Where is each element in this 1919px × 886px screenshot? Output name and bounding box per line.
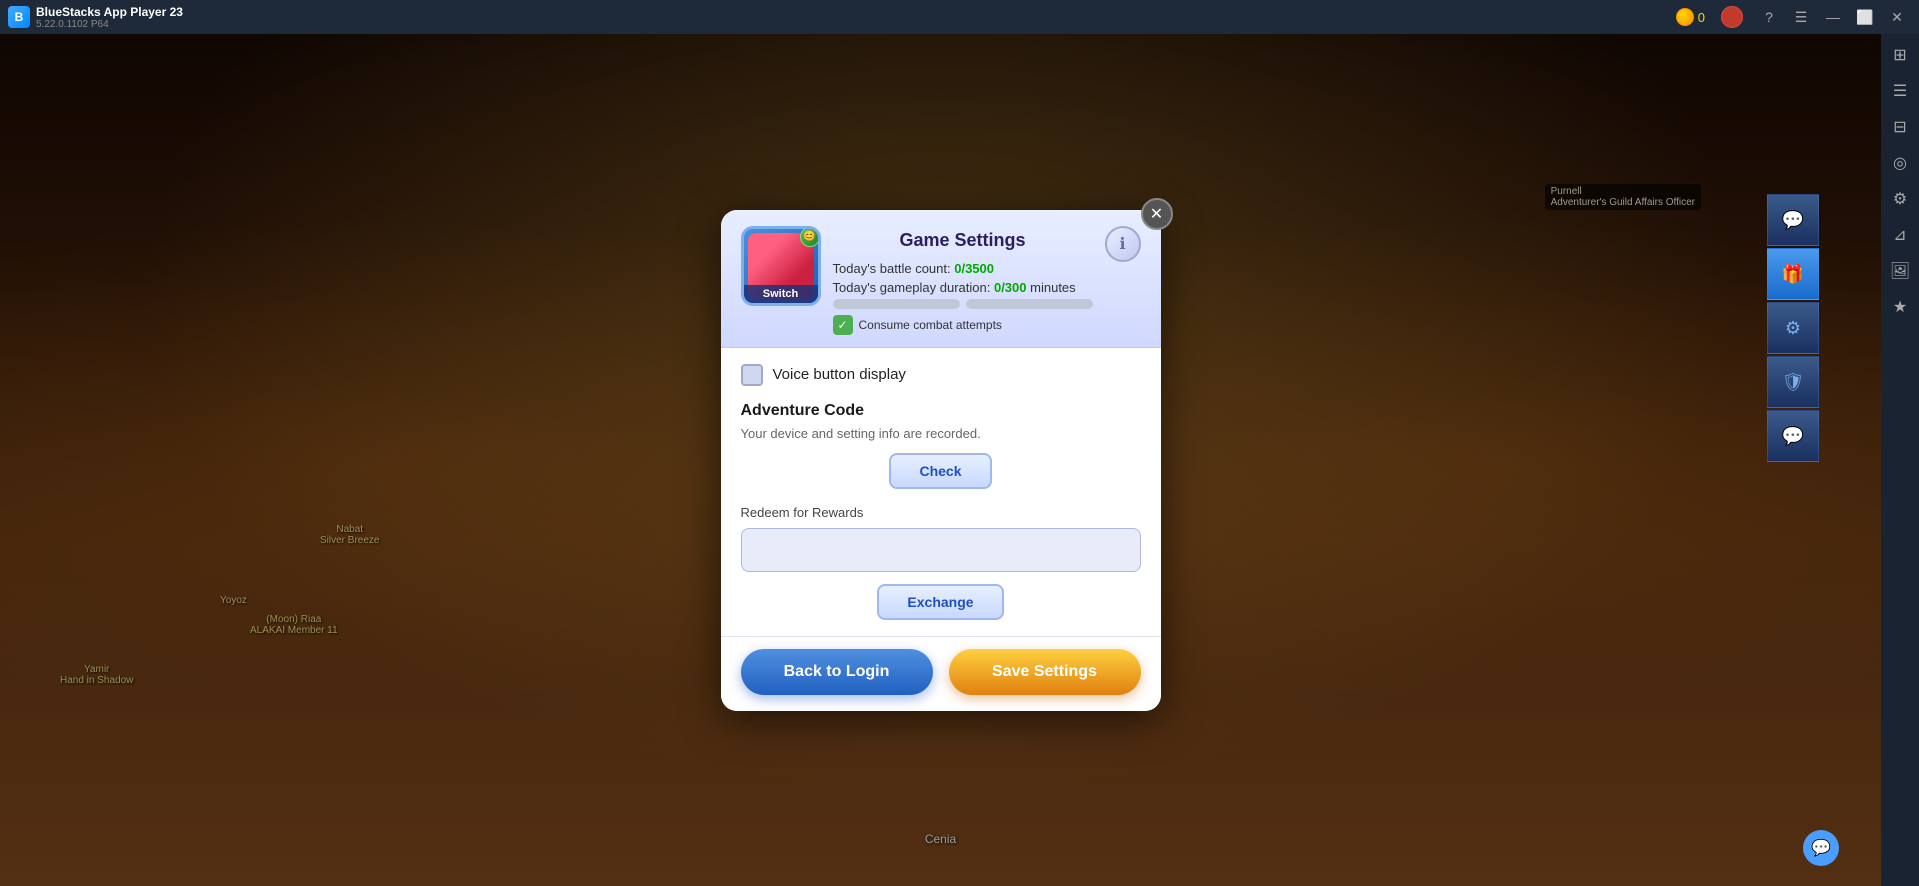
logo-text: B xyxy=(15,10,24,24)
sidebar-btn-2[interactable]: ☰ xyxy=(1883,74,1917,108)
info-button[interactable]: ℹ xyxy=(1105,226,1141,262)
adventure-code-desc: Your device and setting info are recorde… xyxy=(741,426,1141,441)
minimize-button[interactable]: — xyxy=(1819,6,1847,28)
sidebar-btn-8[interactable]: ★ xyxy=(1883,290,1917,324)
app-title: BlueStacks App Player 23 5.22.0.1102 P64 xyxy=(36,5,1676,30)
help-button[interactable]: ? xyxy=(1755,6,1783,28)
sidebar-btn-5[interactable]: ⚙ xyxy=(1883,182,1917,216)
user-avatar[interactable] xyxy=(1721,6,1743,28)
restore-button[interactable]: ⬜ xyxy=(1851,6,1879,28)
right-sidebar: ⊞ ☰ ⊟ ◎ ⚙ ⊿ 🖼 ★ xyxy=(1881,34,1919,886)
sidebar-btn-4[interactable]: ◎ xyxy=(1883,146,1917,180)
voice-label: Voice button display xyxy=(773,366,906,383)
chat-bubble-icon: 💬 xyxy=(1811,838,1831,858)
save-settings-button[interactable]: Save Settings xyxy=(949,649,1141,695)
duration-label: Today's gameplay duration: xyxy=(833,280,994,295)
battle-count-row: Today's battle count: 0/3500 xyxy=(833,261,1093,276)
window-controls: 0 ? ☰ — ⬜ ✕ xyxy=(1676,6,1911,28)
check-button[interactable]: Check xyxy=(889,453,991,489)
coin-icon xyxy=(1676,8,1694,26)
voice-toggle-checkbox[interactable] xyxy=(741,364,763,386)
back-to-login-button[interactable]: Back to Login xyxy=(741,649,933,695)
adventure-code-title: Adventure Code xyxy=(741,402,1141,420)
close-icon: ✕ xyxy=(1150,204,1163,224)
modal-overlay: ✕ 😊 Switch Game Settings Today's battle … xyxy=(0,34,1881,886)
battle-count-value: 0/3500 xyxy=(954,261,994,276)
app-version: 5.22.0.1102 P64 xyxy=(36,19,1676,30)
duration-progress-bar xyxy=(966,299,1093,309)
game-area: Purnell Adventurer's Guild Affairs Offic… xyxy=(0,34,1881,886)
redeem-label: Redeem for Rewards xyxy=(741,505,1141,520)
battle-progress-bar xyxy=(833,299,960,309)
sidebar-btn-7[interactable]: 🖼 xyxy=(1883,254,1917,288)
sidebar-btn-3[interactable]: ⊟ xyxy=(1883,110,1917,144)
exchange-button[interactable]: Exchange xyxy=(877,584,1003,620)
chat-bubble-button[interactable]: 💬 xyxy=(1803,830,1839,866)
app-name: BlueStacks App Player 23 xyxy=(36,5,183,19)
duration-unit: minutes xyxy=(1030,280,1076,295)
modal-title-area: Game Settings Today's battle count: 0/35… xyxy=(833,226,1093,335)
consume-check-icon: ✓ xyxy=(833,315,853,335)
character-avatar[interactable]: 😊 Switch xyxy=(741,226,821,306)
info-icon: ℹ xyxy=(1119,234,1125,254)
duration-row: Today's gameplay duration: 0/300 minutes xyxy=(833,280,1093,295)
close-button[interactable]: ✕ xyxy=(1883,6,1911,28)
menu-button[interactable]: ☰ xyxy=(1787,6,1815,28)
app-logo: B xyxy=(8,6,30,28)
consume-row: ✓ Consume combat attempts xyxy=(833,315,1093,335)
character-badge-icon: 😊 xyxy=(800,227,820,247)
avatar-label[interactable]: Switch xyxy=(744,285,818,303)
battle-count-label: Today's battle count: xyxy=(833,261,955,276)
modal-body: Voice button display Adventure Code Your… xyxy=(721,348,1161,636)
modal-close-button[interactable]: ✕ xyxy=(1141,198,1173,230)
game-settings-modal: ✕ 😊 Switch Game Settings Today's battle … xyxy=(721,210,1161,711)
sidebar-btn-1[interactable]: ⊞ xyxy=(1883,38,1917,72)
titlebar: B BlueStacks App Player 23 5.22.0.1102 P… xyxy=(0,0,1919,34)
progress-bars xyxy=(833,299,1093,309)
voice-toggle-row: Voice button display xyxy=(741,364,1141,386)
modal-header: 😊 Switch Game Settings Today's battle co… xyxy=(721,210,1161,348)
consume-label: Consume combat attempts xyxy=(859,318,1002,332)
modal-title: Game Settings xyxy=(833,230,1093,251)
coin-display: 0 xyxy=(1676,8,1705,26)
sidebar-btn-6[interactable]: ⊿ xyxy=(1883,218,1917,252)
modal-footer: Back to Login Save Settings xyxy=(721,636,1161,711)
redeem-input[interactable] xyxy=(741,528,1141,572)
coin-count: 0 xyxy=(1698,10,1705,25)
duration-value: 0/300 xyxy=(994,280,1027,295)
